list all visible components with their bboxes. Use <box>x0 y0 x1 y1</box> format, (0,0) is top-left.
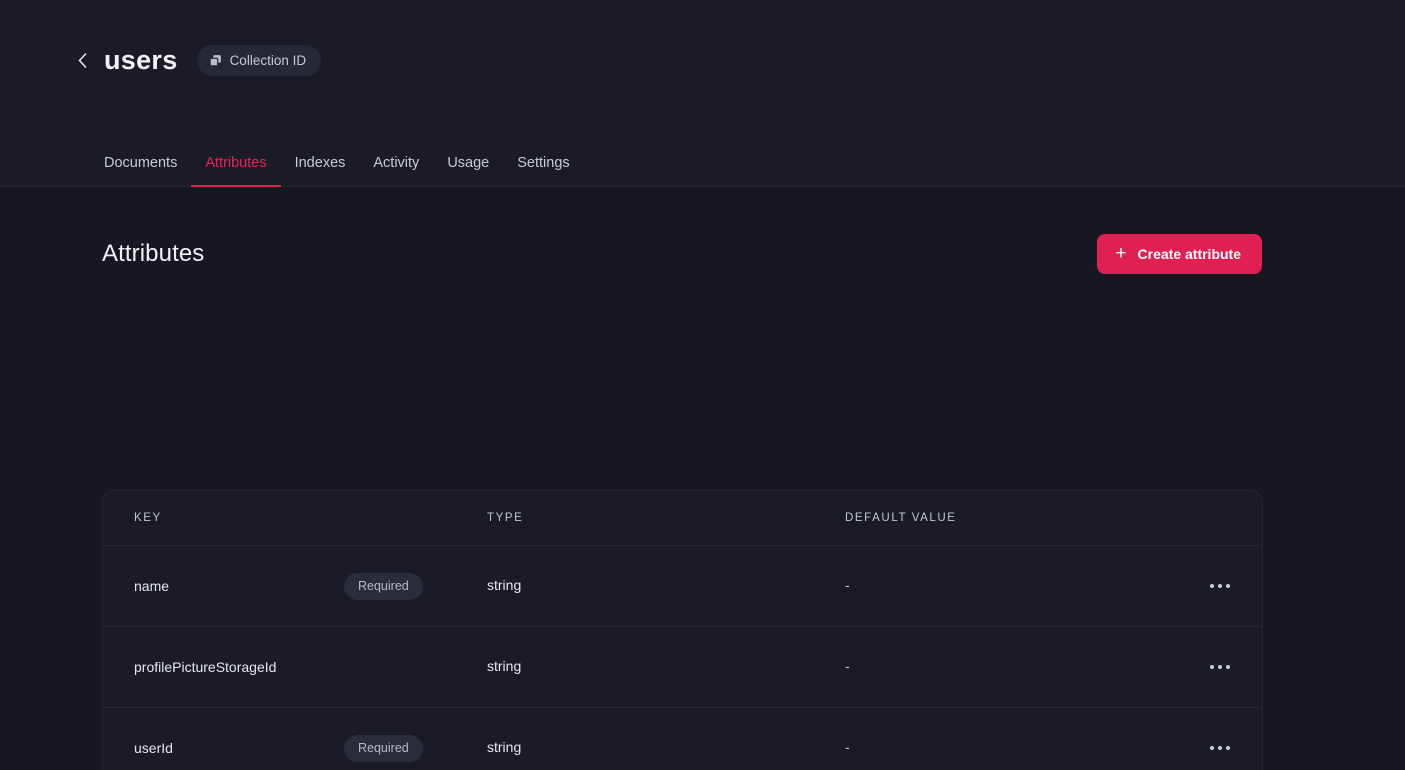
more-horizontal-icon[interactable] <box>1206 738 1235 759</box>
plus-icon: + <box>1115 243 1127 264</box>
cell-actions <box>1194 738 1234 759</box>
attribute-default-value: - <box>845 658 850 674</box>
table-row[interactable]: name Required string - <box>103 546 1262 627</box>
column-header-default-value: DEFAULT VALUE <box>845 512 957 524</box>
collection-id-label: Collection ID <box>229 53 307 68</box>
cell-key: profilePictureStorageId <box>134 654 487 681</box>
cell-default-value: - <box>845 739 1194 757</box>
attribute-default-value: - <box>845 577 850 593</box>
create-attribute-button[interactable]: + Create attribute <box>1097 234 1262 274</box>
cell-type: string <box>487 577 845 595</box>
cell-key: name Required <box>134 572 487 600</box>
table-header-row: KEY TYPE DEFAULT VALUE <box>103 491 1262 546</box>
attribute-key: profilePictureStorageId <box>134 659 277 675</box>
page-title: users <box>104 45 178 75</box>
main-content: Attributes + Create attribute KEY TYPE D… <box>0 187 1405 770</box>
cell-type: string <box>487 739 845 757</box>
tab-activity[interactable]: Activity <box>359 155 433 187</box>
copy-icon <box>209 54 222 67</box>
section-title: Attributes <box>102 240 205 267</box>
cell-default-value: - <box>845 658 1194 676</box>
tab-documents[interactable]: Documents <box>90 155 191 187</box>
cell-type: string <box>487 658 845 676</box>
cell-default-value: - <box>845 577 1194 595</box>
collection-tabs: Documents Attributes Indexes Activity Us… <box>104 155 584 187</box>
table-row[interactable]: profilePictureStorageId string - <box>103 627 1262 708</box>
attribute-key: userId <box>134 740 173 756</box>
section-header: Attributes + Create attribute <box>102 231 1262 277</box>
tab-indexes[interactable]: Indexes <box>281 155 360 187</box>
create-attribute-label: Create attribute <box>1137 246 1241 262</box>
cell-key: userId Required <box>134 734 487 762</box>
page-header: users Collection ID Documents Attributes… <box>0 0 1405 187</box>
attribute-key: name <box>134 578 170 594</box>
required-badge: Required <box>344 734 423 762</box>
cell-actions <box>1194 576 1234 597</box>
attribute-type: string <box>487 658 522 674</box>
table-row[interactable]: userId Required string - <box>103 708 1262 770</box>
required-badge: Required <box>344 572 423 600</box>
tab-settings[interactable]: Settings <box>503 155 583 187</box>
chevron-left-icon[interactable] <box>74 48 90 74</box>
column-header-type: TYPE <box>487 512 524 524</box>
tab-attributes[interactable]: Attributes <box>191 155 281 187</box>
tab-usage[interactable]: Usage <box>433 155 503 187</box>
attribute-default-value: - <box>845 739 850 755</box>
breadcrumb: users Collection ID <box>74 45 322 76</box>
more-horizontal-icon[interactable] <box>1206 657 1235 678</box>
collection-id-chip[interactable]: Collection ID <box>196 45 322 76</box>
attribute-type: string <box>487 577 522 593</box>
attributes-table: KEY TYPE DEFAULT VALUE name Required str… <box>102 490 1263 770</box>
more-horizontal-icon[interactable] <box>1206 576 1235 597</box>
cell-actions <box>1194 657 1234 678</box>
column-header-key: KEY <box>134 512 162 524</box>
attribute-type: string <box>487 739 522 755</box>
